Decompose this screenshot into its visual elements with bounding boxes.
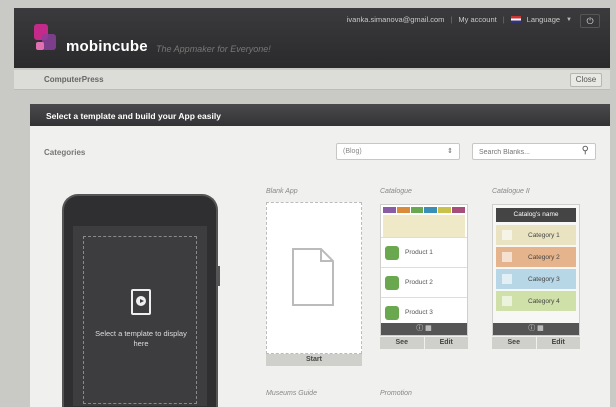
list-item: Category 2	[496, 247, 576, 267]
catalogue2-actions: See Edit	[492, 337, 580, 349]
categories-label: Categories	[44, 148, 86, 157]
catalogue-card[interactable]: Product 1 Product 2 Product 3 ⓘ ▦	[380, 204, 468, 336]
catalogue2-card[interactable]: Catalog's name Category 1 Category 2 Cat…	[492, 204, 580, 336]
project-name: ComputerPress	[44, 75, 104, 84]
edit-button[interactable]: Edit	[424, 337, 468, 349]
category-select[interactable]: (Blog) ⇕	[336, 143, 460, 160]
see-button[interactable]: See	[380, 337, 424, 349]
category-icon	[502, 274, 512, 284]
category-icon	[502, 296, 512, 306]
flag-icon	[510, 16, 521, 23]
phone-screen: Select a template to display here	[73, 226, 207, 406]
category-label: Category 4	[528, 297, 560, 305]
chevron-down-icon: ▼	[566, 16, 572, 23]
brand-name[interactable]: mobincube	[66, 38, 148, 55]
list-item: Product 1	[381, 237, 467, 267]
catalog-name-header: Catalog's name	[496, 208, 576, 222]
catalogue-actions: See Edit	[380, 337, 468, 349]
edit-button[interactable]: Edit	[536, 337, 580, 349]
category-icon	[502, 252, 512, 262]
category-label: Category 1	[528, 231, 560, 239]
blank-app-title: Blank App	[266, 188, 298, 195]
catalogue-icon-bar: ⓘ ▦	[381, 323, 467, 335]
document-icon	[292, 248, 334, 306]
menu-separator: |	[450, 15, 453, 24]
catalogue2-icon-bar: ⓘ ▦	[493, 323, 579, 335]
product-label: Product 2	[405, 279, 433, 286]
catalogue-banner	[383, 215, 465, 237]
my-account-link[interactable]: My account	[458, 15, 496, 24]
select-arrows-icon: ⇕	[447, 148, 453, 155]
museums-guide-title: Museums Guide	[266, 390, 317, 397]
catalogue2-title: Catalogue II	[492, 188, 530, 195]
list-item: Category 4	[496, 291, 576, 311]
phone-preview: Select a template to display here	[62, 194, 220, 407]
shopping-bag-icon	[385, 245, 399, 260]
phone-play-icon	[131, 289, 151, 315]
user-email[interactable]: ivanka.simanova@gmail.com	[347, 15, 445, 24]
template-panel: Select a template and build your App eas…	[30, 104, 610, 407]
category-icon	[502, 230, 512, 240]
blank-app-card[interactable]	[266, 202, 362, 354]
search-icon[interactable]: ⚲	[582, 145, 589, 156]
catalogue-title: Catalogue	[380, 188, 412, 195]
user-menu: ivanka.simanova@gmail.com | My account |…	[347, 15, 572, 24]
list-item: Category 3	[496, 269, 576, 289]
search-box[interactable]: ⚲	[472, 143, 596, 160]
close-button[interactable]: Close	[570, 73, 602, 87]
product-label: Product 3	[405, 309, 433, 316]
product-label: Product 1	[405, 249, 433, 256]
catalogue-tabs-strip	[381, 205, 467, 215]
brand-tagline: The Appmaker for Everyone!	[156, 44, 271, 54]
search-input[interactable]	[479, 147, 569, 157]
list-item: Category 1	[496, 225, 576, 245]
shopping-bag-icon	[385, 275, 399, 290]
mobincube-logo[interactable]	[34, 24, 60, 54]
language-selector[interactable]: Language	[527, 15, 560, 24]
power-icon: ⏻	[586, 16, 594, 26]
screen-dashed-frame: Select a template to display here	[83, 236, 197, 404]
logout-button[interactable]: ⏻	[580, 14, 600, 28]
phone-screen-text: Select a template to display here	[95, 329, 187, 348]
app-header: mobincube The Appmaker for Everyone! iva…	[14, 8, 610, 68]
see-button[interactable]: See	[492, 337, 536, 349]
category-label: Category 2	[528, 253, 560, 261]
project-bar: ComputerPress Close	[14, 70, 610, 90]
phone-side-button	[217, 266, 220, 286]
menu-separator: |	[502, 15, 505, 24]
shopping-bag-icon	[385, 305, 399, 320]
category-label: Category 3	[528, 275, 560, 283]
list-item: Product 2	[381, 267, 467, 297]
start-button[interactable]: Start	[266, 354, 362, 366]
category-select-value: (Blog)	[343, 148, 362, 155]
promotion-title: Promotion	[380, 390, 412, 397]
panel-title: Select a template and build your App eas…	[30, 104, 610, 126]
